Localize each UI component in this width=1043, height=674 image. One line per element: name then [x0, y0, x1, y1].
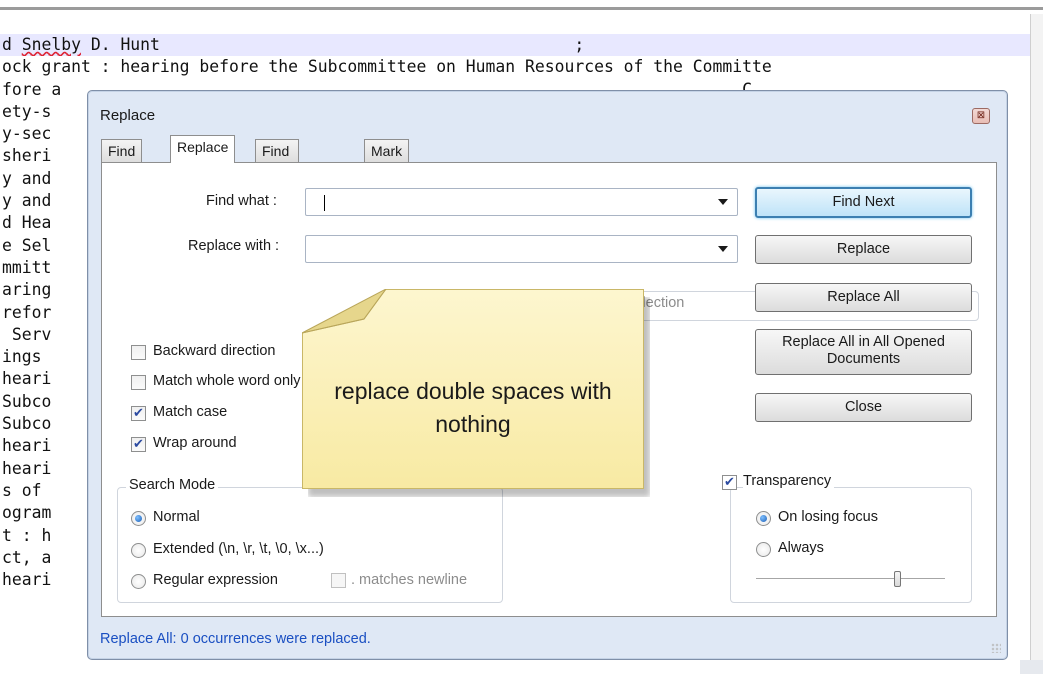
transparency-label: Transparency: [743, 473, 835, 489]
search-mode-normal-radio[interactable]: [131, 511, 146, 526]
text-cursor: [324, 195, 325, 211]
match-case-checkbox[interactable]: ✔: [131, 406, 146, 421]
transparency-slider-track[interactable]: [756, 578, 945, 580]
misspelled-word: Snelby: [21, 35, 81, 54]
find-what-label: Find what :: [206, 193, 277, 209]
annotation-text: replace double spaces with nothing: [334, 378, 612, 437]
search-mode-extended-label: Extended (\n, \r, \t, \0, \x...): [153, 541, 324, 557]
match-case-label: Match case: [153, 404, 228, 420]
backward-direction-checkbox[interactable]: [131, 345, 146, 360]
search-mode-extended-radio[interactable]: [131, 543, 146, 558]
window-top-border: [0, 0, 1043, 10]
search-mode-regex-radio[interactable]: [131, 574, 146, 589]
find-next-button[interactable]: Find Next: [755, 187, 972, 218]
tab-find[interactable]: Find: [101, 139, 143, 162]
chevron-down-icon[interactable]: [718, 199, 728, 205]
matches-newline-label: . matches newline: [351, 572, 468, 588]
tab-mark[interactable]: Mark: [364, 139, 410, 162]
scrollbar-corner: [1020, 660, 1043, 674]
match-whole-word-label: Match whole word only: [153, 373, 301, 389]
replace-with-label: Replace with :: [188, 238, 280, 254]
replace-button[interactable]: Replace: [755, 235, 972, 264]
find-what-input[interactable]: [305, 188, 738, 216]
wrap-around-checkbox[interactable]: ✔: [131, 437, 146, 452]
dialog-title: Replace: [100, 107, 156, 124]
transparency-slider-thumb[interactable]: [893, 571, 901, 587]
editor-scrollbar[interactable]: [1030, 14, 1043, 674]
on-losing-focus-label: On losing focus: [778, 509, 878, 525]
sticky-note-annotation: replace double spaces with nothing: [302, 289, 650, 497]
matches-newline-checkbox[interactable]: [331, 573, 346, 588]
search-mode-title: Search Mode: [126, 477, 219, 493]
always-radio[interactable]: [756, 542, 771, 557]
replace-all-opened-button[interactable]: Replace All in All Opened Documents: [755, 329, 972, 375]
close-button[interactable]: Close: [755, 393, 972, 422]
resize-grip-icon[interactable]: [991, 643, 1001, 653]
tab-replace[interactable]: Replace: [170, 135, 236, 163]
close-icon[interactable]: ⊠: [972, 108, 990, 124]
editor-line: ock grant : hearing before the Subcommit…: [2, 57, 772, 77]
chevron-down-icon[interactable]: [718, 246, 728, 252]
match-whole-word-checkbox[interactable]: [131, 375, 146, 390]
search-mode-normal-label: Normal: [153, 509, 200, 525]
transparency-checkbox[interactable]: ✔: [722, 475, 737, 490]
on-losing-focus-radio[interactable]: [756, 511, 771, 526]
tab-find-in-files[interactable]: Find in Files: [255, 139, 299, 203]
replace-with-input[interactable]: [305, 235, 738, 263]
always-label: Always: [778, 540, 824, 556]
backward-direction-label: Backward direction: [153, 343, 276, 359]
editor-line: d Snelby D. Hunt ;: [0, 34, 1030, 57]
wrap-around-label: Wrap around: [153, 435, 237, 451]
replace-all-button[interactable]: Replace All: [755, 283, 972, 312]
search-mode-regex-label: Regular expression: [153, 572, 278, 588]
status-message: Replace All: 0 occurrences were replaced…: [100, 631, 371, 647]
